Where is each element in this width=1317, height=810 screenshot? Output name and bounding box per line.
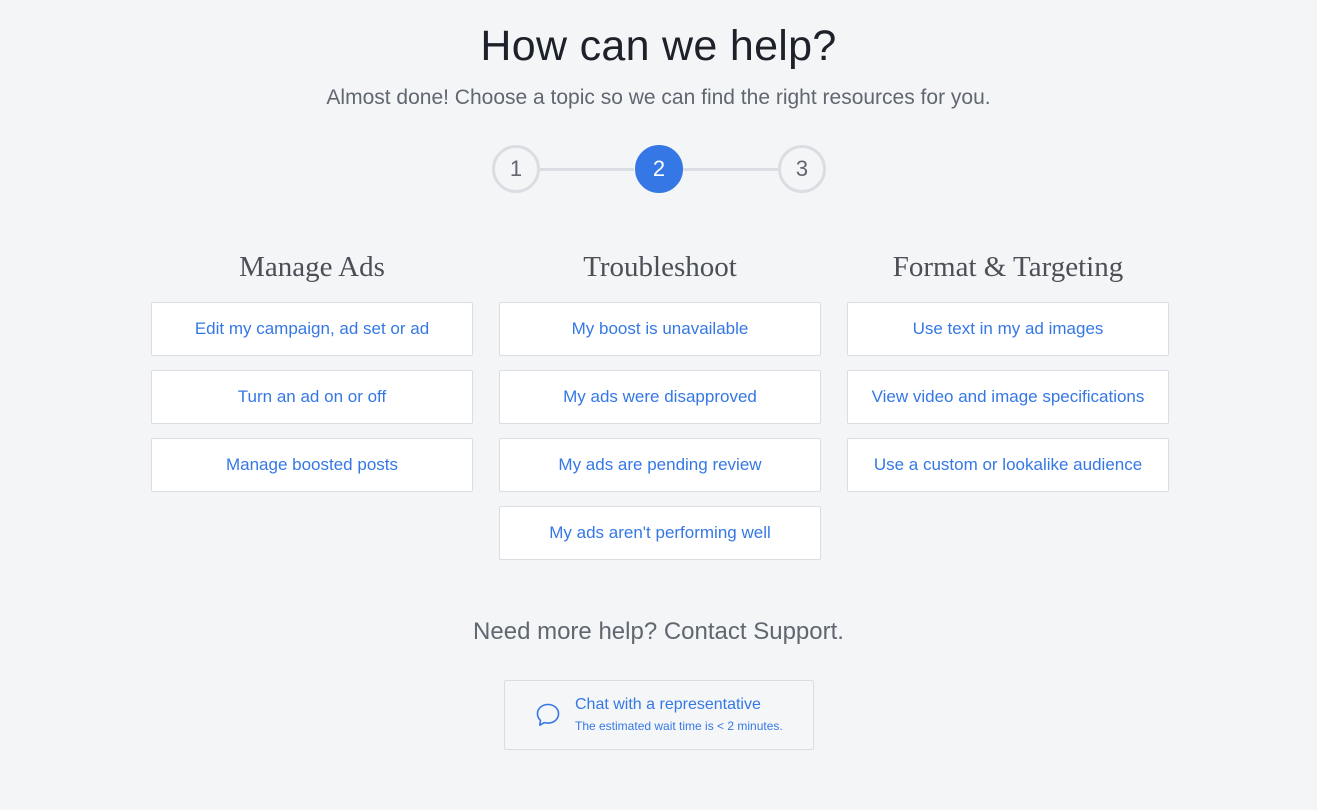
column-manage-ads: Manage Ads Edit my campaign, ad set or a… xyxy=(151,248,473,506)
chat-title: Chat with a representative xyxy=(575,696,761,713)
chat-wait-time: The estimated wait time is < 2 minutes. xyxy=(575,719,783,733)
page-title: How can we help? xyxy=(480,22,837,70)
step-1[interactable]: 1 xyxy=(492,145,540,193)
step-connector xyxy=(682,168,778,171)
column-heading: Troubleshoot xyxy=(583,251,737,283)
progress-stepper: 1 2 3 xyxy=(492,145,826,195)
help-page: How can we help? Almost done! Choose a t… xyxy=(0,0,1317,810)
topic-button[interactable]: My boost is unavailable xyxy=(499,302,821,356)
chat-with-representative-button[interactable]: Chat with a representative The estimated… xyxy=(504,680,814,750)
step-connector xyxy=(538,168,634,171)
column-heading: Manage Ads xyxy=(239,251,385,283)
topic-button[interactable]: Use text in my ad images xyxy=(847,302,1169,356)
topic-button[interactable]: My ads aren't performing well xyxy=(499,506,821,560)
chat-bubble-icon xyxy=(536,703,560,726)
column-heading: Format & Targeting xyxy=(892,251,1124,283)
topic-button[interactable]: My ads are pending review xyxy=(499,438,821,492)
step-2-active[interactable]: 2 xyxy=(635,145,683,193)
topic-button[interactable]: Manage boosted posts xyxy=(151,438,473,492)
topic-button[interactable]: My ads were disapproved xyxy=(499,370,821,424)
topic-button[interactable]: Use a custom or lookalike audience xyxy=(847,438,1169,492)
page-subtitle: Almost done! Choose a topic so we can fi… xyxy=(326,86,991,109)
topic-button[interactable]: Turn an ad on or off xyxy=(151,370,473,424)
topic-button[interactable]: View video and image specifications xyxy=(847,370,1169,424)
step-3[interactable]: 3 xyxy=(778,145,826,193)
support-heading: Need more help? Contact Support. xyxy=(473,618,844,645)
topic-button[interactable]: Edit my campaign, ad set or ad xyxy=(151,302,473,356)
column-format-targeting: Format & Targeting Use text in my ad ima… xyxy=(847,248,1169,506)
column-troubleshoot: Troubleshoot My boost is unavailable My … xyxy=(499,248,821,574)
